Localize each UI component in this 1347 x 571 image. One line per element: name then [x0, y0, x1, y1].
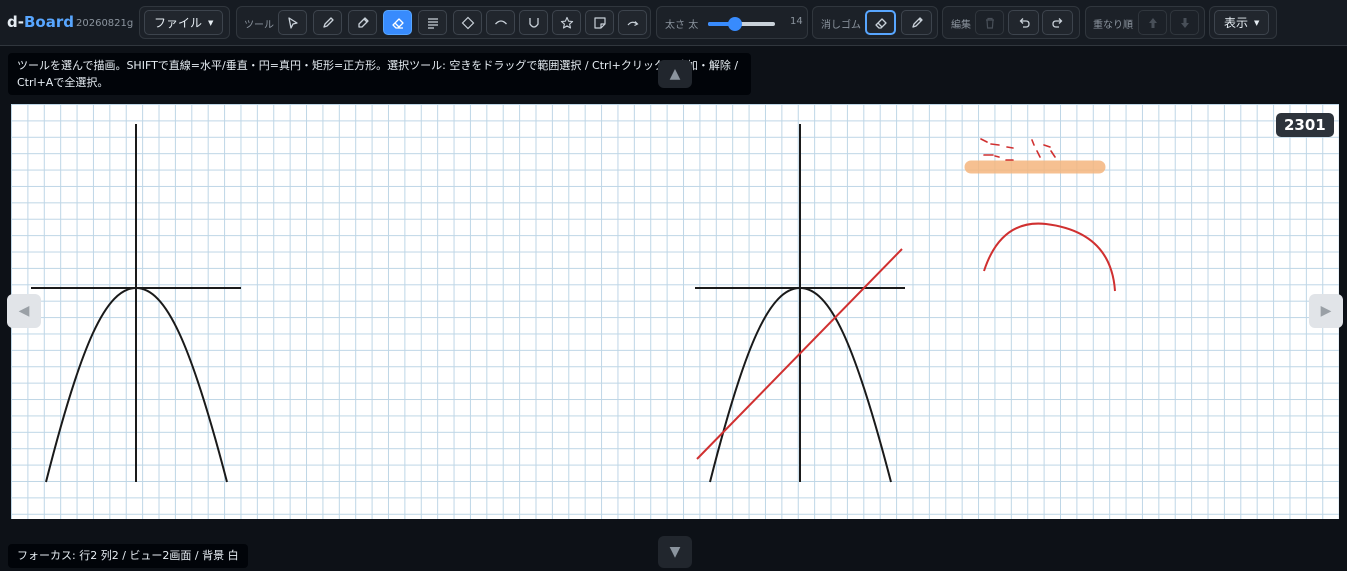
file-group: ファイル ▼	[139, 6, 230, 39]
text-tool-button[interactable]	[418, 10, 447, 35]
send-backward-button[interactable]	[1170, 10, 1199, 35]
stroke-eraser-button[interactable]	[865, 10, 896, 35]
edit-group: 編集	[942, 6, 1080, 39]
marker-tool-button[interactable]	[348, 10, 377, 35]
highlighter-icon	[357, 16, 369, 28]
u-curve-tool-button[interactable]	[519, 10, 548, 35]
partial-eraser-button[interactable]	[901, 10, 932, 35]
arrow-up-icon	[1148, 17, 1157, 28]
drawing-canvas[interactable]	[11, 104, 1339, 519]
status-bar: フォーカス: 行2 列2 / ビュー2画面 / 背景 白	[8, 544, 248, 568]
triangle-up-icon: ▲	[669, 66, 681, 82]
order-group: 重なり順	[1085, 6, 1205, 39]
eraser-tool-button[interactable]	[383, 10, 412, 35]
trash-icon	[985, 17, 994, 29]
scroll-down-button[interactable]: ▼	[658, 536, 692, 568]
redo-icon	[1051, 17, 1062, 28]
scroll-up-button[interactable]: ▲	[658, 60, 692, 88]
redo-button[interactable]	[1042, 10, 1073, 35]
edit-label: 編集	[951, 20, 971, 31]
tools-group: ツール	[236, 6, 651, 39]
thickness-slider[interactable]	[708, 17, 775, 31]
thickness-group: 太さ 太 14	[656, 6, 808, 39]
triangle-down-icon: ▼	[669, 544, 681, 560]
view-group: 表示 ▼	[1209, 6, 1277, 39]
pen-tool-button[interactable]	[313, 10, 342, 35]
top-toolbar: d-Board 20260821g ファイル ▼ ツール 太さ 太 14 消しゴ…	[0, 0, 1347, 46]
thickness-value: 14	[790, 16, 803, 27]
arrow-icon	[627, 20, 639, 26]
order-label: 重なり順	[1093, 20, 1133, 31]
tools-label: ツール	[244, 20, 274, 31]
app-version: 20260821g	[76, 18, 134, 29]
eraser-label: 消しゴム	[821, 20, 861, 31]
view-menu-button[interactable]: 表示 ▼	[1214, 10, 1270, 35]
pencil-eraser-icon	[911, 16, 923, 28]
eraser-icon	[874, 17, 887, 29]
diamond-tool-button[interactable]	[453, 10, 482, 35]
eraser-icon	[391, 17, 404, 29]
u-curve-icon	[528, 17, 539, 28]
star-tool-button[interactable]	[552, 10, 581, 35]
text-lines-icon	[427, 17, 438, 29]
red-dashed-mark	[980, 138, 1056, 161]
undo-icon	[1019, 17, 1030, 28]
thickness-label: 太さ 太	[665, 20, 699, 31]
star-icon	[560, 16, 573, 29]
scroll-right-button[interactable]: ▶	[1309, 294, 1343, 328]
caret-down-icon: ▼	[208, 18, 214, 27]
select-tool-button[interactable]	[278, 10, 307, 35]
file-menu-button[interactable]: ファイル ▼	[144, 10, 224, 35]
arc-icon	[494, 19, 507, 24]
triangle-left-icon: ◀	[18, 303, 30, 319]
arrow-down-icon	[1180, 17, 1189, 28]
page-counter: 2301	[1276, 113, 1334, 137]
sticky-note-icon	[593, 16, 606, 29]
caret-down-icon: ▼	[1254, 18, 1260, 27]
arc-tool-button[interactable]	[486, 10, 515, 35]
red-arc	[983, 222, 1116, 292]
hint-banner: ツールを選んで描画。SHIFTで直線=水平/垂直・円=真円・矩形=正方形。選択ツ…	[8, 53, 751, 95]
app-logo: d-Board	[7, 13, 74, 31]
cursor-icon	[287, 16, 298, 29]
scroll-left-button[interactable]: ◀	[7, 294, 41, 328]
canvas-strokes	[31, 124, 1116, 483]
bring-forward-button[interactable]	[1138, 10, 1167, 35]
triangle-right-icon: ▶	[1320, 303, 1332, 319]
pen-icon	[322, 16, 334, 28]
eraser-group: 消しゴム	[812, 6, 938, 39]
arrow-tool-button[interactable]	[618, 10, 647, 35]
undo-button[interactable]	[1008, 10, 1039, 35]
sticky-note-tool-button[interactable]	[585, 10, 614, 35]
thickness-slider-thumb[interactable]	[727, 17, 742, 31]
diamond-icon	[461, 16, 474, 29]
delete-button[interactable]	[975, 10, 1004, 35]
